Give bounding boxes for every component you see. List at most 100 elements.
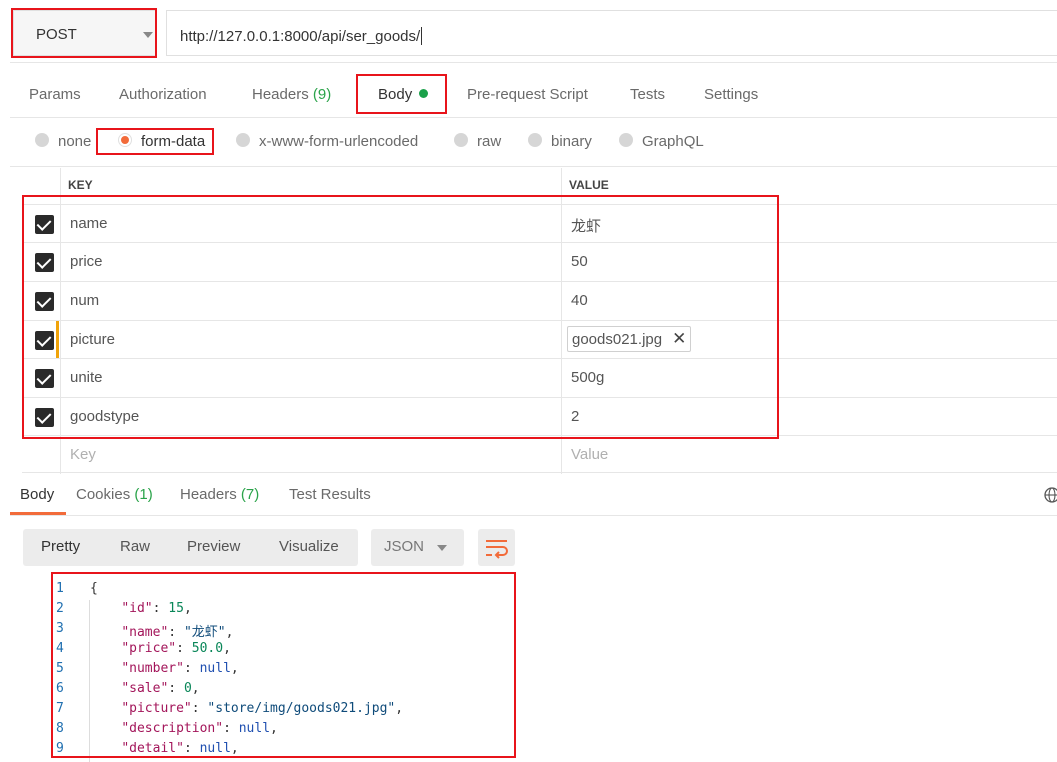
row-checkbox[interactable] [35, 408, 54, 427]
response-tab-headers[interactable]: Headers (7) [180, 486, 259, 503]
row-value[interactable]: 2 [571, 408, 579, 425]
column-header-key: KEY [68, 178, 93, 192]
tab-settings[interactable]: Settings [704, 86, 758, 103]
method-label: POST [36, 26, 77, 43]
tab-headers-label: Headers [252, 86, 309, 103]
json-value: "龙虾" [183, 625, 226, 640]
url-text: http://127.0.0.1:8000/api/ser_goods/ [180, 28, 421, 45]
tab-authorization[interactable]: Authorization [119, 86, 207, 103]
table-row: name 龙虾 [22, 204, 1057, 242]
wrap-lines-button[interactable] [478, 529, 515, 566]
globe-icon[interactable] [1043, 486, 1057, 504]
row-key[interactable]: picture [70, 331, 115, 348]
radio-raw[interactable]: raw [454, 133, 501, 150]
view-mode-pretty[interactable]: Pretty [41, 538, 80, 555]
close-icon[interactable]: ✕ [672, 327, 686, 351]
resp-headers-count: (7) [240, 486, 260, 503]
code-line: { [90, 581, 98, 596]
row-key[interactable]: name [70, 215, 108, 232]
json-key: "name" [121, 625, 169, 640]
chevron-down-icon [143, 32, 153, 38]
table-row-new: Key Value [22, 435, 1057, 473]
view-mode-preview[interactable]: Preview [187, 538, 240, 555]
row-key[interactable]: price [70, 253, 103, 270]
table-row: unite 500g [22, 358, 1057, 396]
line-number: 6 [56, 681, 64, 696]
table-row: picture goods021.jpg ✕ [22, 320, 1057, 359]
line-number: 7 [56, 701, 64, 716]
radio-circle [236, 133, 250, 147]
radio-urlencoded[interactable]: x-www-form-urlencoded [236, 133, 418, 150]
url-input[interactable]: http://127.0.0.1:8000/api/ser_goods/ [166, 10, 1057, 56]
json-value: 15 [168, 601, 184, 616]
json-link-value[interactable]: "store/img/goods021.jpg" [207, 701, 395, 716]
radio-none[interactable]: none [35, 133, 91, 150]
json-key: "number" [121, 661, 184, 676]
json-value: 50.0 [191, 641, 224, 656]
radio-circle [619, 133, 633, 147]
chevron-down-icon [437, 545, 447, 551]
body-indicator-dot [419, 89, 429, 98]
radio-form-data-label: form-data [141, 133, 206, 150]
language-select[interactable]: JSON [371, 529, 464, 566]
tab-body[interactable]: Body [378, 86, 429, 103]
tab-headers-count: (9) [312, 86, 332, 103]
table-row: num 40 [22, 281, 1057, 319]
wrap-icon [486, 540, 508, 559]
radio-graphql[interactable]: GraphQL [619, 133, 704, 150]
json-key: "sale" [121, 681, 169, 696]
radio-circle-selected [118, 133, 132, 147]
view-mode-visualize[interactable]: Visualize [279, 538, 339, 555]
line-number: 8 [56, 721, 64, 736]
key-placeholder[interactable]: Key [70, 446, 96, 463]
file-name: goods021.jpg [572, 331, 663, 348]
radio-binary[interactable]: binary [528, 133, 592, 150]
row-checkbox[interactable] [35, 292, 54, 311]
line-number: 3 [56, 621, 64, 636]
row-checkbox[interactable] [35, 331, 54, 350]
language-label: JSON [384, 538, 425, 555]
tab-tests[interactable]: Tests [630, 86, 665, 103]
radio-form-data[interactable]: form-data [118, 133, 205, 150]
line-number: 1 [56, 581, 64, 596]
response-tab-test-results[interactable]: Test Results [289, 486, 371, 503]
value-placeholder[interactable]: Value [571, 446, 608, 463]
view-mode-group: Pretty Raw Preview Visualize [23, 529, 358, 566]
tab-body-label: Body [378, 86, 413, 103]
row-checkbox[interactable] [35, 253, 54, 272]
view-mode-raw[interactable]: Raw [120, 538, 150, 555]
radio-binary-label: binary [551, 133, 592, 150]
line-number: 5 [56, 661, 64, 676]
line-number: 4 [56, 641, 64, 656]
row-checkbox[interactable] [35, 215, 54, 234]
radio-raw-label: raw [477, 133, 502, 150]
radio-urlencoded-label: x-www-form-urlencoded [259, 133, 419, 150]
row-highlight-bar [56, 321, 59, 359]
row-value[interactable]: 500g [571, 369, 604, 386]
radio-circle [454, 133, 468, 147]
json-value: null [199, 661, 231, 676]
method-select[interactable]: POST [13, 10, 156, 56]
row-key[interactable]: unite [70, 369, 103, 386]
line-number: 9 [56, 741, 64, 756]
row-checkbox[interactable] [35, 369, 54, 388]
response-tab-body[interactable]: Body [20, 486, 54, 503]
tab-pre-request-script[interactable]: Pre-request Script [467, 86, 588, 103]
cookies-label: Cookies [76, 486, 131, 503]
json-key: "detail" [121, 741, 184, 756]
json-value: null [238, 721, 271, 736]
row-value[interactable]: 龙虾 [571, 215, 601, 236]
tab-params[interactable]: Params [29, 86, 81, 103]
row-key[interactable]: goodstype [70, 408, 139, 425]
tab-headers[interactable]: Headers (9) [252, 86, 331, 103]
resp-headers-label: Headers [180, 486, 237, 503]
row-key[interactable]: num [70, 292, 99, 309]
json-key: "description" [121, 721, 224, 736]
row-value[interactable]: 50 [571, 253, 588, 270]
row-value[interactable]: 40 [571, 292, 588, 309]
radio-graphql-label: GraphQL [642, 133, 704, 150]
response-tab-cookies[interactable]: Cookies (1) [76, 486, 153, 503]
radio-circle [35, 133, 49, 147]
column-header-value: VALUE [569, 178, 609, 192]
json-key: "price" [121, 641, 177, 656]
